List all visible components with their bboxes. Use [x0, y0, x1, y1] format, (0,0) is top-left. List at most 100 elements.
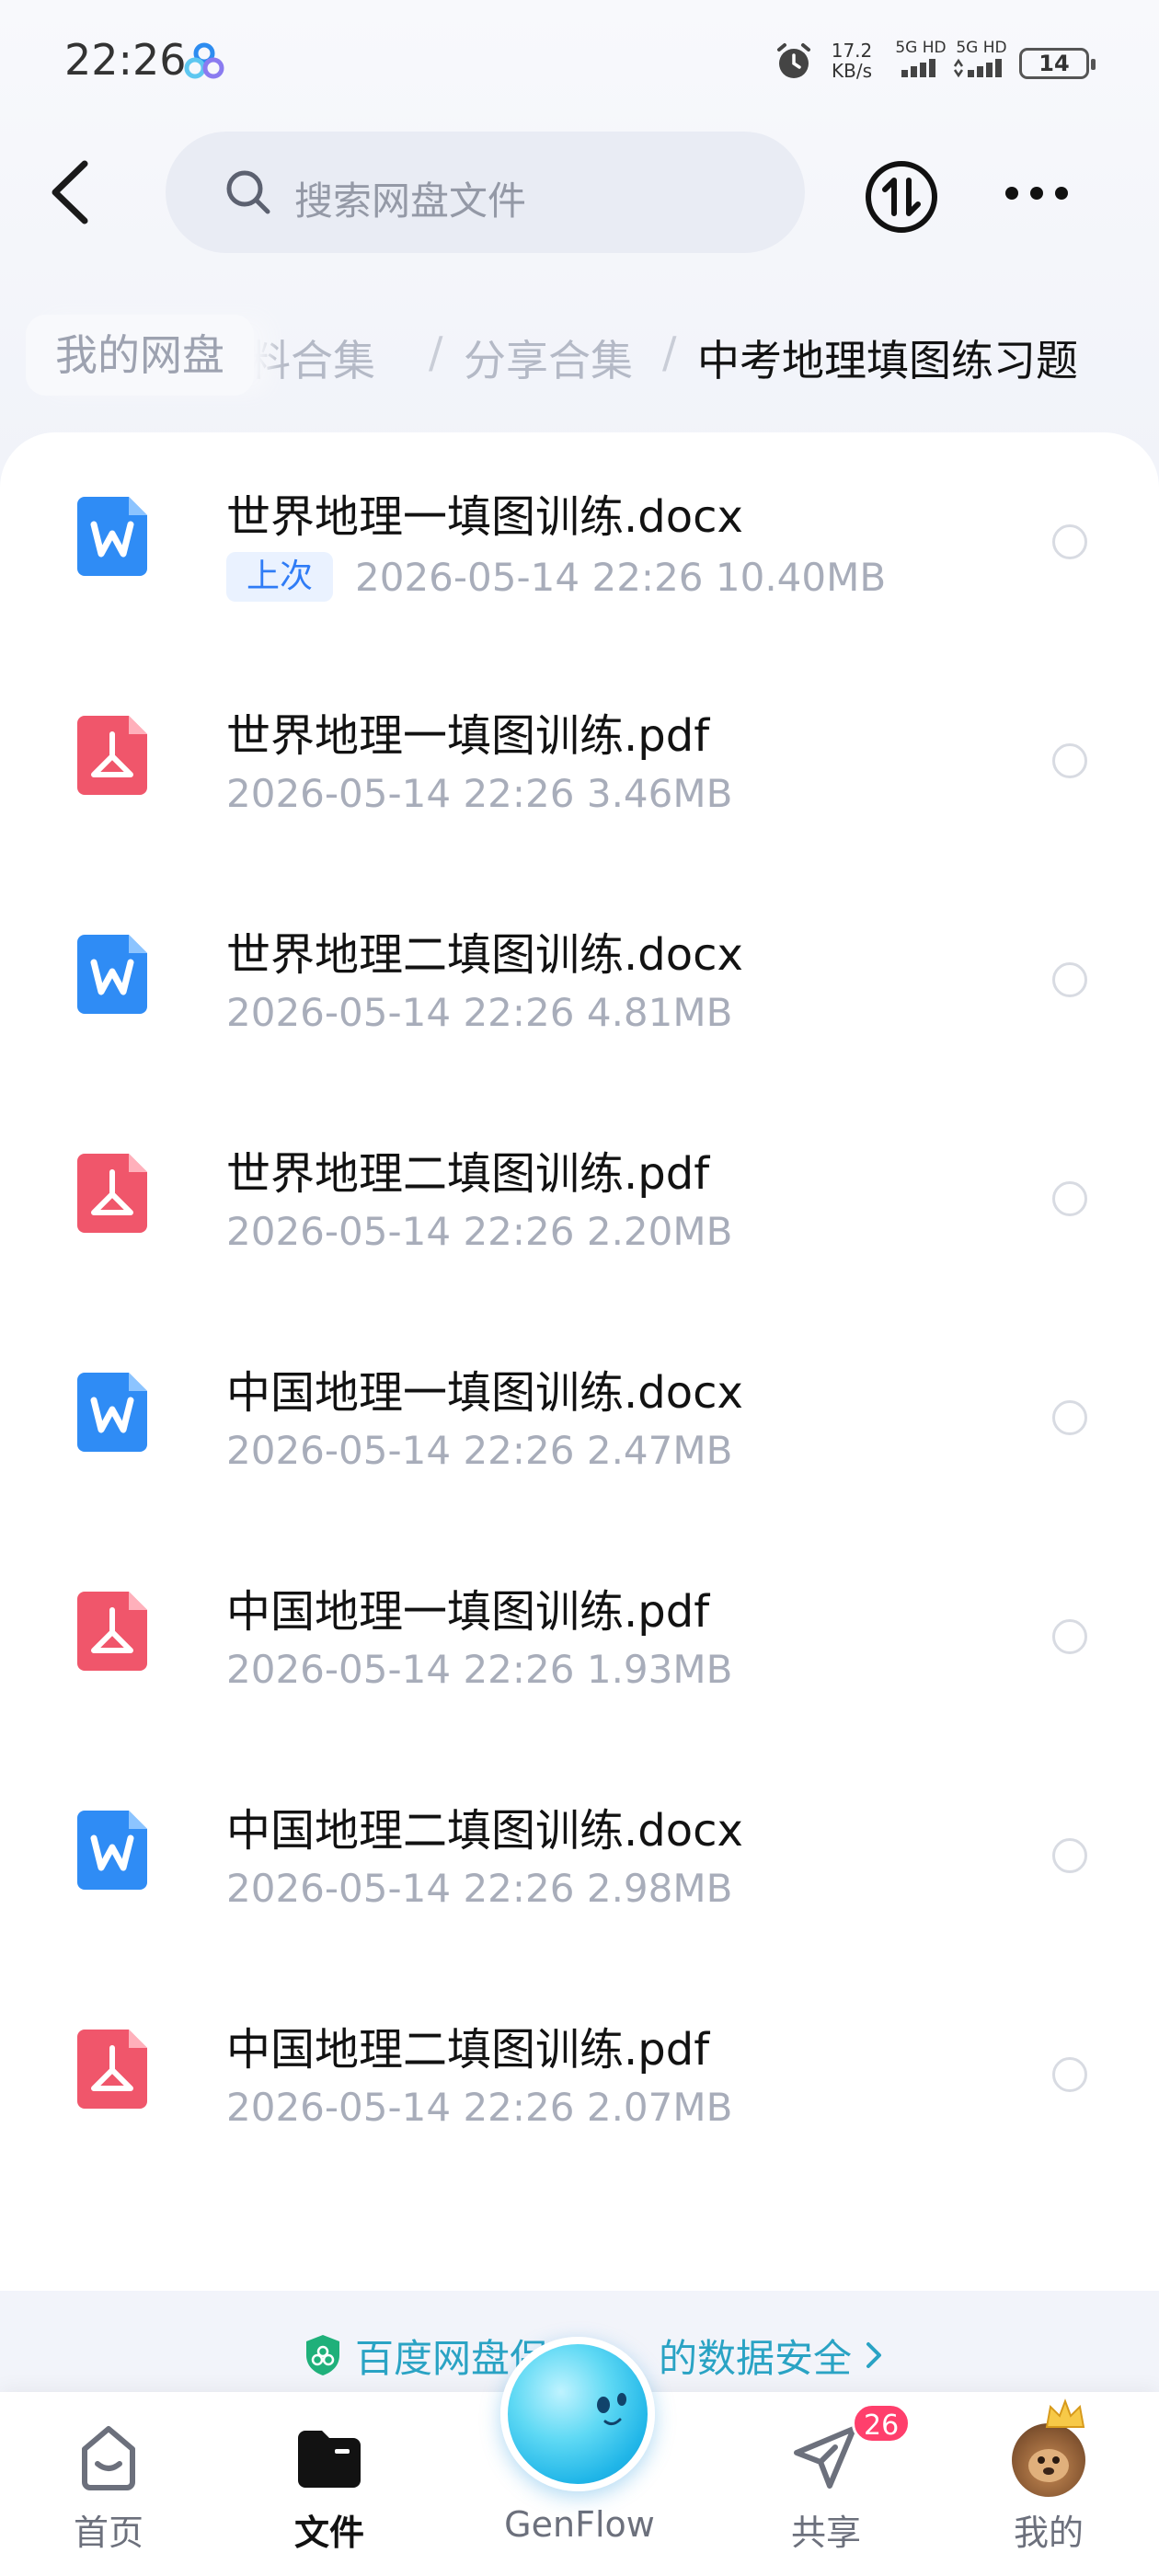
- file-size: 2.20MB: [586, 1209, 733, 1254]
- status-bar: 22:26 17.2 KB/s 5G HD 5G HD 14: [0, 0, 1159, 120]
- select-checkbox[interactable]: [1052, 1400, 1087, 1435]
- file-date: 2026-05-14: [226, 1209, 452, 1254]
- list-item[interactable]: 世界地理一填图训练.docx 上次 2026-05-14 22:26 10.40…: [0, 432, 1159, 651]
- shield-icon: [306, 2335, 339, 2375]
- last-opened-tag: 上次: [226, 552, 334, 602]
- file-size: 2.98MB: [586, 1866, 733, 1911]
- file-time: 22:26: [591, 554, 704, 600]
- network-speed-unit: KB/s: [832, 60, 872, 82]
- alarm-icon: [777, 43, 810, 78]
- tab-label: 文件: [293, 2513, 364, 2553]
- share-notification-badge: 26: [852, 2403, 912, 2444]
- list-item[interactable]: 世界地理一填图训练.pdf 2026-05-14 22:26 3.46MB: [0, 651, 1159, 870]
- breadcrumb-root[interactable]: 我的网盘: [26, 315, 254, 396]
- select-checkbox[interactable]: [1052, 1181, 1087, 1216]
- file-date: 2026-05-14: [226, 990, 452, 1035]
- baidu-netdisk-status-icon: [184, 42, 224, 79]
- home-icon: [82, 2426, 135, 2490]
- transfer-icon[interactable]: [863, 158, 940, 236]
- list-item[interactable]: 中国地理二填图训练.docx 2026-05-14 22:26 2.98MB: [0, 1746, 1159, 1965]
- signal-sim1-label: 5G HD: [895, 39, 947, 57]
- pdf-file-icon: [77, 2030, 147, 2109]
- select-checkbox[interactable]: [1052, 743, 1087, 778]
- file-name: 中国地理二填图训练.docx: [226, 1805, 743, 1857]
- file-time: 22:26: [463, 1647, 575, 1692]
- file-size: 2.47MB: [586, 1428, 733, 1473]
- file-time: 22:26: [463, 1428, 575, 1473]
- pdf-file-icon: [77, 716, 147, 795]
- signal-sim2: 5G HD: [949, 39, 1014, 85]
- file-name: 世界地理一填图训练.pdf: [226, 710, 710, 762]
- file-name: 世界地理一填图训练.docx: [226, 491, 743, 543]
- share-icon: [794, 2426, 856, 2489]
- crown-icon: [1045, 2398, 1085, 2428]
- signal-bars-icon: [901, 59, 935, 77]
- pdf-file-icon: [77, 1592, 147, 1671]
- file-time: 22:26: [463, 1209, 575, 1254]
- select-checkbox[interactable]: [1052, 962, 1087, 997]
- select-checkbox[interactable]: [1052, 1619, 1087, 1654]
- file-date: 2026-05-14: [226, 1866, 452, 1911]
- file-time: 22:26: [463, 771, 575, 816]
- file-size: 1.93MB: [586, 1647, 733, 1692]
- breadcrumb-separator: /: [662, 328, 677, 377]
- chevron-right-icon: [866, 2342, 882, 2368]
- tab-label: 首页: [73, 2513, 143, 2553]
- word-file-icon: [77, 1811, 147, 1890]
- list-item[interactable]: 中国地理一填图训练.docx 2026-05-14 22:26 2.47MB: [0, 1308, 1159, 1527]
- tab-files[interactable]: 文件: [247, 2392, 412, 2576]
- file-meta: 2026-05-14 22:26 1.93MB: [226, 1647, 732, 1692]
- list-item[interactable]: 中国地理一填图训练.pdf 2026-05-14 22:26 1.93MB: [0, 1527, 1159, 1746]
- file-meta: 2026-05-14 22:26 3.46MB: [226, 771, 732, 816]
- list-item[interactable]: 世界地理二填图训练.pdf 2026-05-14 22:26 2.20MB: [0, 1089, 1159, 1308]
- file-size: 3.46MB: [586, 771, 733, 816]
- tab-label: 我的: [1013, 2513, 1084, 2553]
- signal-bars-icon: [953, 58, 1002, 78]
- folder-icon: [298, 2431, 361, 2488]
- breadcrumb-current: 中考地理填图练习题: [697, 336, 1078, 385]
- back-button[interactable]: [44, 158, 99, 226]
- genflow-icon[interactable]: [500, 2337, 655, 2491]
- list-item[interactable]: 中国地理二填图训练.pdf 2026-05-14 22:26 2.07MB: [0, 1965, 1159, 2184]
- tab-label: 共享: [790, 2513, 861, 2553]
- search-bar[interactable]: 搜索网盘文件: [166, 132, 805, 253]
- file-meta: 2026-05-14 22:26 2.47MB: [226, 1428, 732, 1473]
- signal-sim2-label: 5G HD: [956, 39, 1007, 57]
- file-date: 2026-05-14: [226, 2085, 452, 2130]
- select-checkbox[interactable]: [1052, 1838, 1087, 1873]
- search-icon: [226, 170, 270, 214]
- network-speed-value: 17.2: [831, 40, 873, 62]
- file-name: 世界地理二填图训练.docx: [226, 929, 743, 981]
- file-date: 2026-05-14: [355, 554, 580, 600]
- signal-sim1: 5G HD: [889, 39, 953, 85]
- genflow-face-icon: [597, 2393, 626, 2426]
- file-size: 4.81MB: [586, 990, 733, 1035]
- more-icon[interactable]: [1003, 180, 1071, 206]
- file-name: 中国地理二填图训练.pdf: [226, 2024, 710, 2076]
- file-time: 22:26: [463, 990, 575, 1035]
- battery-indicator: 14: [1019, 48, 1096, 79]
- breadcrumb-item-share[interactable]: 分享合集: [464, 328, 633, 388]
- file-meta: 上次 2026-05-14 22:26 10.40MB: [226, 552, 886, 602]
- file-date: 2026-05-14: [226, 1428, 452, 1473]
- select-checkbox[interactable]: [1052, 524, 1087, 559]
- avatar-face-icon: [1028, 2449, 1069, 2482]
- select-checkbox[interactable]: [1052, 2057, 1087, 2092]
- avatar[interactable]: [1012, 2423, 1085, 2497]
- file-date: 2026-05-14: [226, 1647, 452, 1692]
- network-speed: 17.2 KB/s: [826, 40, 878, 81]
- breadcrumb-item-partial[interactable]: 料合集: [248, 328, 375, 388]
- word-file-icon: [77, 935, 147, 1014]
- file-time: 22:26: [463, 1866, 575, 1911]
- file-meta: 2026-05-14 22:26 2.98MB: [226, 1866, 732, 1911]
- pdf-file-icon: [77, 1154, 147, 1233]
- file-meta: 2026-05-14 22:26 4.81MB: [226, 990, 732, 1035]
- file-size: 2.07MB: [586, 2085, 733, 2130]
- file-size: 10.40MB: [715, 554, 887, 600]
- word-file-icon: [77, 1373, 147, 1452]
- file-list: 世界地理一填图训练.docx 上次 2026-05-14 22:26 10.40…: [0, 432, 1159, 2291]
- file-name: 中国地理一填图训练.docx: [226, 1367, 743, 1419]
- tab-home[interactable]: 首页: [26, 2392, 191, 2576]
- search-placeholder: 搜索网盘文件: [294, 178, 527, 224]
- list-item[interactable]: 世界地理二填图训练.docx 2026-05-14 22:26 4.81MB: [0, 870, 1159, 1089]
